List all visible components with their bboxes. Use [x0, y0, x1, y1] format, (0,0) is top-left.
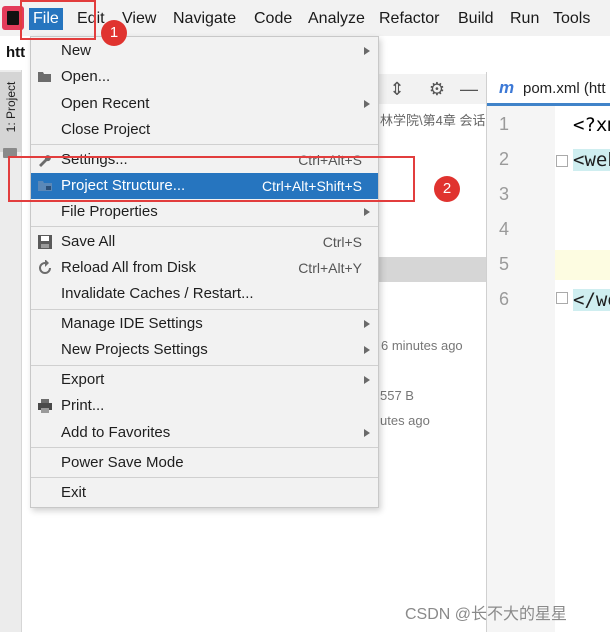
editor-tab-bar: m pom.xml (htt	[486, 72, 610, 106]
menu-item-print[interactable]: Print...	[31, 393, 378, 419]
menu-separator	[31, 365, 378, 366]
menu-item-label: Print...	[61, 397, 105, 414]
menu-item-invalidate-caches[interactable]: Invalidate Caches / Restart...	[31, 281, 378, 307]
code-line-2: <web	[573, 149, 610, 171]
menu-item-label: Open Recent	[61, 95, 150, 112]
menu-item-shortcut: Ctrl+Alt+Y	[298, 260, 362, 276]
menu-view[interactable]: View	[122, 8, 156, 30]
menu-item-label: Exit	[61, 484, 87, 501]
line-number: 6	[498, 289, 509, 309]
line-number: 3	[498, 184, 509, 204]
menu-item-label: Manage IDE Settings	[61, 315, 203, 332]
menu-item-label: Reload All from Disk	[61, 259, 197, 276]
save-icon	[38, 235, 52, 249]
annotation-badge-1: 1	[101, 20, 127, 46]
breadcrumb[interactable]: htt	[6, 44, 25, 61]
editor-tab-label: pom.xml (htt	[523, 80, 606, 97]
editor-tab-pom[interactable]: m pom.xml (htt	[487, 72, 610, 106]
editor-code-area[interactable]	[555, 106, 610, 632]
menu-item-label: File Properties	[61, 203, 158, 220]
selected-tree-row[interactable]	[378, 257, 486, 282]
menu-run[interactable]: Run	[510, 8, 539, 30]
file-size: 557 B	[380, 388, 414, 403]
menu-code[interactable]: Code	[254, 8, 292, 30]
code-line-6-text: </we	[573, 289, 610, 311]
file-menu-dropdown: New Open... Open Recent Close Project Se…	[30, 36, 379, 508]
code-line-1: <?xm	[573, 114, 610, 136]
menu-item-label: New Projects Settings	[61, 341, 208, 358]
menu-tools[interactable]: Tools	[553, 8, 590, 30]
submenu-arrow-icon	[364, 100, 370, 108]
gear-icon[interactable]: ⚙	[426, 78, 448, 100]
menu-refactor[interactable]: Refactor	[379, 8, 439, 30]
menu-build[interactable]: Build	[458, 8, 494, 30]
menu-item-export[interactable]: Export	[31, 367, 378, 393]
menu-item-label: Save All	[61, 233, 116, 250]
menu-separator	[31, 477, 378, 478]
submenu-arrow-icon	[364, 376, 370, 384]
menu-item-power-save-mode[interactable]: Power Save Mode	[31, 450, 378, 476]
menu-item-close-project[interactable]: Close Project	[31, 117, 378, 143]
menu-item-file-properties[interactable]: File Properties	[31, 199, 378, 225]
line-number: 2	[498, 149, 509, 169]
annotation-box-file-menu	[20, 0, 96, 40]
submenu-arrow-icon	[364, 208, 370, 216]
annotation-badge-2: 2	[434, 176, 460, 202]
maven-icon: m	[499, 78, 515, 97]
menu-item-reload-all[interactable]: Reload All from Disk Ctrl+Alt+Y	[31, 255, 378, 281]
menu-analyze[interactable]: Analyze	[308, 8, 365, 30]
menu-item-manage-ide-settings[interactable]: Manage IDE Settings	[31, 311, 378, 337]
line-number: 1	[498, 114, 509, 134]
menu-item-label: Export	[61, 371, 105, 388]
minimize-icon[interactable]: —	[458, 78, 480, 100]
menu-item-label: Close Project	[61, 121, 151, 138]
submenu-arrow-icon	[364, 320, 370, 328]
menu-separator	[31, 144, 378, 145]
submenu-arrow-icon	[364, 429, 370, 437]
menu-item-label: New	[61, 42, 92, 59]
annotation-box-project-structure	[8, 156, 415, 202]
modified-time: 6 minutes ago	[381, 338, 463, 353]
watermark: CSDN @长不大的星星	[405, 606, 568, 623]
menu-item-add-to-favorites[interactable]: Add to Favorites	[31, 420, 378, 446]
submenu-arrow-icon	[364, 47, 370, 55]
reload-icon	[39, 260, 51, 274]
code-line-2-text: <web	[573, 149, 610, 171]
menu-separator	[31, 447, 378, 448]
modified-time-2: utes ago	[380, 413, 430, 428]
fold-marker-icon[interactable]	[556, 292, 568, 304]
menu-item-shortcut: Ctrl+S	[322, 234, 362, 250]
fold-marker-icon[interactable]	[556, 155, 568, 167]
menu-item-open[interactable]: Open...	[31, 64, 378, 90]
code-line-6: </we	[573, 289, 610, 311]
project-tool-tab-label: 1: Project	[4, 81, 18, 133]
menu-item-open-recent[interactable]: Open Recent	[31, 91, 378, 117]
submenu-arrow-icon	[364, 346, 370, 354]
current-line-highlight	[555, 250, 610, 280]
menu-separator	[31, 309, 378, 310]
menu-item-exit[interactable]: Exit	[31, 480, 378, 506]
menu-item-label: Open...	[61, 68, 111, 85]
menu-item-new-projects-settings[interactable]: New Projects Settings	[31, 337, 378, 363]
project-path: 林学院\第4章 会话	[380, 113, 485, 128]
menu-item-label: Power Save Mode	[61, 454, 184, 471]
collapse-all-icon[interactable]: ⇕	[386, 78, 408, 100]
menu-navigate[interactable]: Navigate	[173, 8, 236, 30]
line-number: 4	[498, 219, 509, 239]
menu-item-label: Invalidate Caches / Restart...	[61, 285, 254, 302]
menu-separator	[31, 226, 378, 227]
folder-open-icon	[38, 72, 51, 82]
menu-item-new[interactable]: New	[31, 38, 378, 64]
menu-item-save-all[interactable]: Save All Ctrl+S	[31, 229, 378, 255]
line-number: 5	[498, 254, 509, 274]
menu-item-label: Add to Favorites	[61, 424, 171, 441]
printer-icon	[38, 399, 52, 413]
